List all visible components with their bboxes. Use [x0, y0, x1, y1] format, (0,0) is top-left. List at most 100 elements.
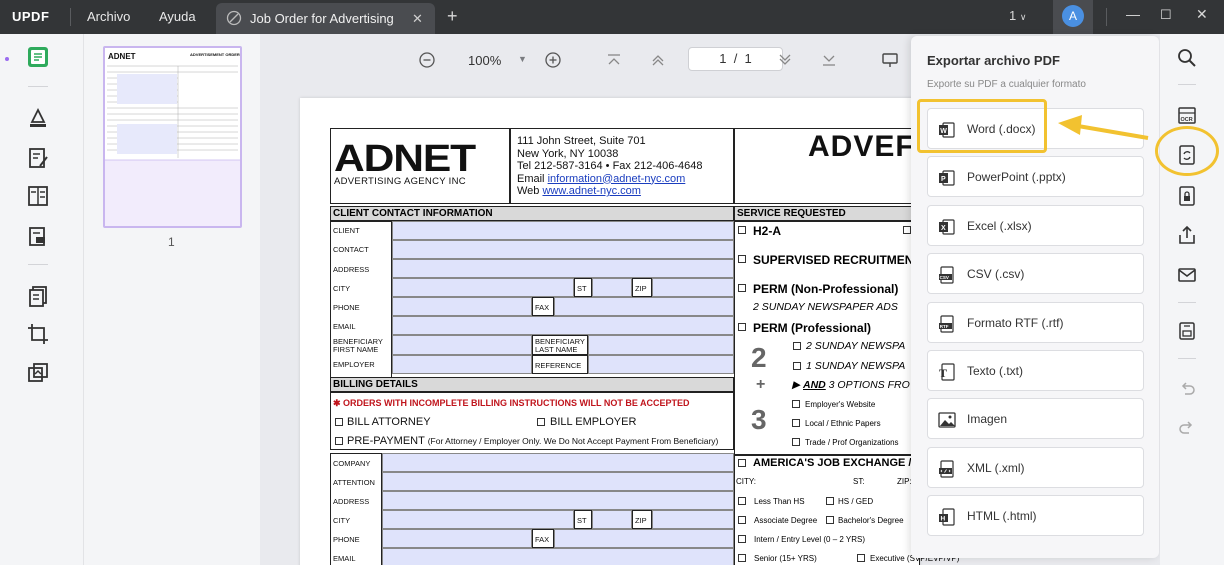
- page-number-box[interactable]: 1 / 1: [688, 47, 783, 71]
- first-page-icon[interactable]: [606, 53, 622, 67]
- bill-attorney-checkbox[interactable]: [335, 418, 343, 426]
- minimize-button[interactable]: —: [1126, 6, 1140, 22]
- menu-archivo[interactable]: Archivo: [87, 9, 130, 24]
- document-tab[interactable]: Job Order for Advertising ✕: [216, 3, 435, 34]
- pdf-page[interactable]: ADNET ADVERTISING AGENCY INC 111 John St…: [300, 98, 959, 565]
- maximize-button[interactable]: ☐: [1160, 7, 1172, 23]
- crop-icon[interactable]: [26, 322, 50, 346]
- reader-icon[interactable]: [26, 45, 50, 69]
- share-icon[interactable]: [1176, 224, 1198, 246]
- supervised-checkbox[interactable]: [738, 255, 746, 263]
- bachelor-checkbox[interactable]: [826, 516, 834, 524]
- city-field[interactable]: [392, 278, 574, 297]
- h2a-checkbox[interactable]: [738, 226, 746, 234]
- web-link[interactable]: www.adnet-nyc.com: [542, 185, 640, 197]
- zoom-in-icon[interactable]: [544, 51, 562, 69]
- less-hs-checkbox[interactable]: [738, 497, 746, 505]
- local-papers-checkbox[interactable]: [792, 419, 800, 427]
- executive-checkbox[interactable]: [857, 554, 865, 562]
- web-line: Web www.adnet-nyc.com: [517, 185, 641, 197]
- americas-checkbox[interactable]: [738, 459, 746, 467]
- billing-city-field[interactable]: [382, 510, 574, 529]
- perm-np-label: PERM (Non-Professional): [753, 282, 899, 296]
- highlighter-icon[interactable]: [26, 106, 50, 130]
- employer-field[interactable]: [392, 355, 532, 374]
- fax-field[interactable]: [554, 297, 734, 316]
- prepayment-checkbox[interactable]: [335, 437, 343, 445]
- organize-pages-icon[interactable]: [26, 284, 50, 308]
- service-extra-checkbox[interactable]: [903, 226, 911, 234]
- attention-field[interactable]: [382, 472, 734, 491]
- perm-np-checkbox[interactable]: [738, 284, 746, 292]
- edit-pdf-icon[interactable]: [26, 146, 50, 170]
- billing-phone-field[interactable]: [382, 529, 532, 548]
- employer-site-checkbox[interactable]: [792, 400, 800, 408]
- zoom-dropdown-icon[interactable]: ▼: [518, 54, 527, 64]
- zip-field[interactable]: [652, 278, 734, 297]
- export-excel-option[interactable]: X Excel (.xlsx): [927, 205, 1144, 246]
- sunday1-checkbox[interactable]: [793, 362, 801, 370]
- avatar[interactable]: A: [1062, 5, 1084, 27]
- zoom-value[interactable]: 100%: [468, 53, 501, 68]
- rtf-icon: RTF: [939, 315, 954, 333]
- menu-ayuda[interactable]: Ayuda: [159, 9, 196, 24]
- export-xml-label: XML (.xml): [967, 461, 1025, 475]
- billing-zip-field[interactable]: [652, 510, 734, 529]
- beneficiary-last-field[interactable]: [588, 335, 734, 355]
- billing-email-field[interactable]: [382, 548, 734, 565]
- mail-icon[interactable]: [1176, 264, 1198, 286]
- client-field[interactable]: [392, 221, 734, 240]
- company-field[interactable]: [382, 453, 734, 472]
- phone-field[interactable]: [392, 297, 532, 316]
- image-icon: [938, 412, 956, 428]
- app-logo[interactable]: UPDF: [12, 9, 49, 24]
- reference-field[interactable]: [588, 355, 734, 374]
- sign-icon[interactable]: [26, 224, 50, 248]
- page-thumbnail[interactable]: ADNET ADVERTISEMENT ORDER: [103, 46, 242, 228]
- contact-field[interactable]: [392, 240, 734, 259]
- redo-icon[interactable]: [1176, 417, 1198, 439]
- export-html-option[interactable]: H HTML (.html): [927, 495, 1144, 536]
- tab-close-icon[interactable]: ✕: [412, 11, 423, 27]
- sunday2-checkbox[interactable]: [793, 342, 801, 350]
- last-page-icon[interactable]: [821, 53, 837, 67]
- bill-attorney-label: BILL ATTORNEY: [347, 416, 431, 428]
- ocr-icon[interactable]: OCR: [1176, 104, 1198, 126]
- beneficiary-first-field[interactable]: [392, 335, 532, 355]
- export-xml-option[interactable]: XML (.xml): [927, 447, 1144, 488]
- form-icon[interactable]: [26, 184, 50, 208]
- perm-p-checkbox[interactable]: [738, 323, 746, 331]
- address-field[interactable]: [392, 259, 734, 278]
- undo-icon[interactable]: [1176, 378, 1198, 400]
- export-image-option[interactable]: Imagen: [927, 398, 1144, 439]
- presentation-icon[interactable]: [881, 52, 899, 68]
- bill-employer-checkbox[interactable]: [537, 418, 545, 426]
- billing-fax-field[interactable]: [554, 529, 734, 548]
- previous-page-icon[interactable]: [650, 53, 666, 67]
- export-rtf-option[interactable]: RTF Formato RTF (.rtf): [927, 302, 1144, 343]
- new-tab-button[interactable]: +: [447, 6, 458, 27]
- associate-checkbox[interactable]: [738, 516, 746, 524]
- protect-icon[interactable]: [1176, 185, 1198, 207]
- zoom-out-icon[interactable]: [418, 51, 436, 69]
- export-powerpoint-option[interactable]: P PowerPoint (.pptx): [927, 156, 1144, 197]
- close-window-button[interactable]: ✕: [1196, 6, 1208, 23]
- hs-ged-checkbox[interactable]: [826, 497, 834, 505]
- email-link[interactable]: information@adnet-nyc.com: [548, 173, 686, 185]
- svg-text:X: X: [941, 225, 946, 232]
- batch-icon[interactable]: [26, 361, 50, 385]
- export-text-option[interactable]: T Texto (.txt): [927, 350, 1144, 391]
- convert-icon-highlight: [1155, 126, 1219, 176]
- state-field[interactable]: [592, 278, 632, 297]
- billing-address-field[interactable]: [382, 491, 734, 510]
- export-csv-option[interactable]: CSV CSV (.csv): [927, 253, 1144, 294]
- save-icon[interactable]: [1176, 320, 1198, 342]
- email-field[interactable]: [392, 316, 734, 335]
- senior-checkbox[interactable]: [738, 554, 746, 562]
- window-count[interactable]: 1 ∨: [1009, 8, 1026, 23]
- billing-state-field[interactable]: [592, 510, 632, 529]
- next-page-icon[interactable]: [777, 53, 793, 67]
- intern-checkbox[interactable]: [738, 535, 746, 543]
- trade-checkbox[interactable]: [792, 438, 800, 446]
- search-icon[interactable]: [1176, 47, 1198, 69]
